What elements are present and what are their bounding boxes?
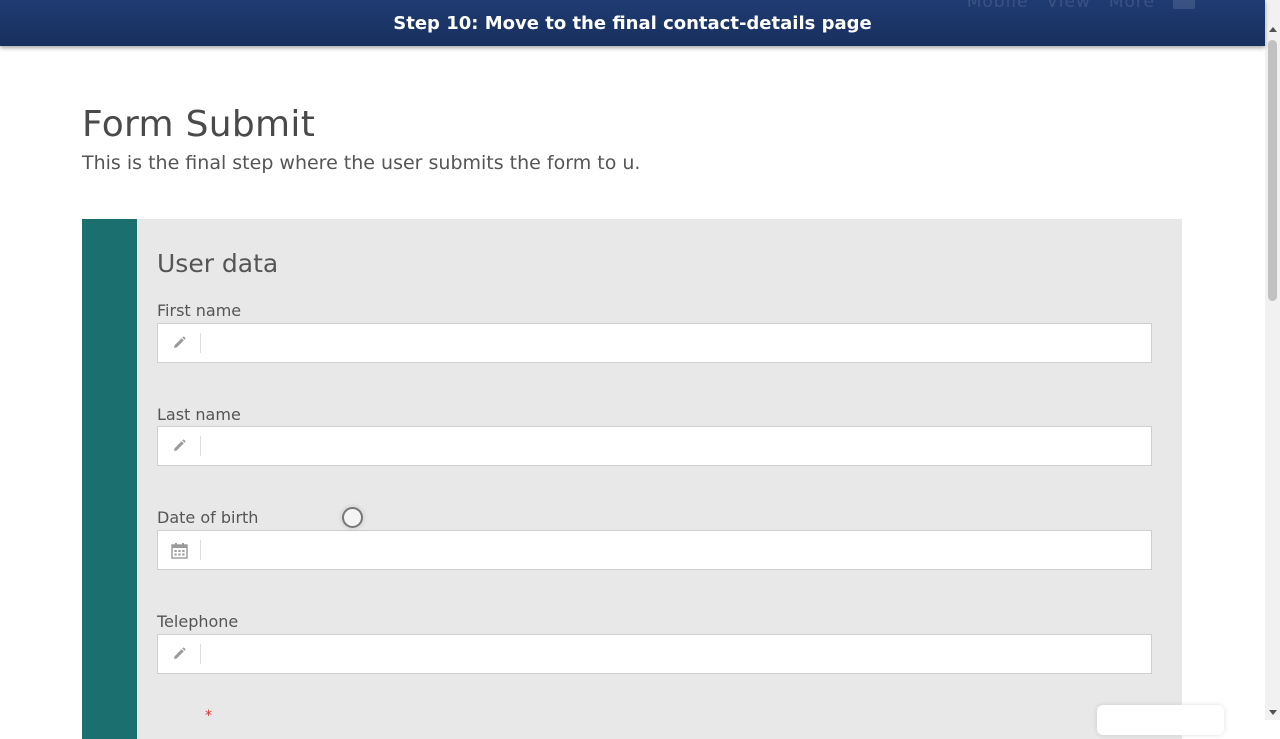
first-name-field[interactable]	[157, 323, 1152, 363]
page-title: Form Submit	[82, 104, 316, 145]
first-name-input[interactable]	[201, 324, 1151, 362]
ghost-menu-icon[interactable]	[1173, 0, 1195, 9]
telephone-input[interactable]	[201, 635, 1151, 673]
first-name-label: First name	[157, 301, 242, 320]
telephone-field[interactable]	[157, 634, 1152, 674]
user-data-form: User data First name Last name Date of b…	[82, 219, 1182, 739]
ghost-nav-item[interactable]: More	[1109, 0, 1155, 12]
ghost-nav-item[interactable]: Mobile	[967, 0, 1029, 12]
step-banner-text: Step 10: Move to the final contact-detai…	[393, 12, 872, 34]
scroll-thumb[interactable]	[1268, 40, 1277, 301]
ghost-nav-item[interactable]: View	[1047, 0, 1091, 12]
pencil-icon	[158, 436, 201, 456]
scroll-up-arrow-icon[interactable]	[1265, 22, 1280, 37]
date-of-birth-field[interactable]	[157, 530, 1152, 570]
last-name-input[interactable]	[201, 427, 1151, 465]
page-subtitle: This is the final step where the user su…	[82, 152, 641, 174]
section-title: User data	[157, 249, 279, 278]
required-asterisk: *	[205, 708, 212, 724]
vertical-scrollbar[interactable]	[1265, 0, 1280, 720]
date-of-birth-input[interactable]	[201, 531, 1151, 569]
floating-widget-tab[interactable]	[1097, 705, 1224, 735]
date-of-birth-label: Date of birth	[157, 508, 259, 527]
last-name-label: Last name	[157, 405, 241, 424]
mouse-cursor-ring	[342, 507, 363, 528]
form-accent-bar	[82, 219, 137, 739]
pencil-icon	[158, 333, 201, 353]
scroll-down-arrow-icon[interactable]	[1265, 705, 1280, 720]
ghost-nav: Mobile View More	[967, 0, 1195, 12]
calendar-icon	[158, 540, 201, 560]
last-name-field[interactable]	[157, 426, 1152, 466]
pencil-icon	[158, 644, 201, 664]
telephone-label: Telephone	[157, 612, 239, 631]
